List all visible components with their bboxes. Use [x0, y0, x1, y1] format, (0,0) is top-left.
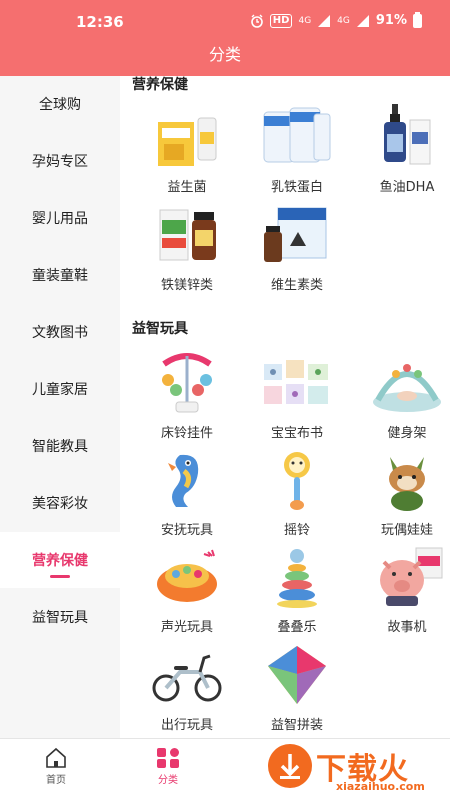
- category-item[interactable]: 声光玩具: [132, 544, 242, 638]
- category-item-label: 益生菌: [167, 180, 207, 195]
- category-item[interactable]: 维生素类: [242, 202, 352, 296]
- sidebar-item-beauty[interactable]: 美容彩妆: [0, 475, 120, 531]
- tab-category[interactable]: 分类: [138, 743, 198, 789]
- sidebar-item-maternity[interactable]: 孕妈专区: [0, 133, 120, 189]
- category-item-label: 床铃挂件: [160, 426, 213, 441]
- light-sound-toy-icon: [157, 549, 217, 602]
- probiotic-box-icon: [158, 117, 217, 166]
- category-item-label: 故事机: [387, 620, 427, 635]
- active-indicator: [50, 575, 70, 578]
- cloth-books-icon: [264, 360, 328, 404]
- category-icon: [157, 748, 179, 768]
- sidebar-item-smart-teaching[interactable]: 智能教具: [0, 418, 120, 474]
- category-item[interactable]: 出行玩具: [132, 642, 242, 736]
- sidebar-item-edu-toys[interactable]: 益智玩具: [0, 589, 120, 645]
- category-item-label: 安抚玩具: [160, 523, 213, 538]
- category-item[interactable]: 玩偶娃娃: [352, 447, 450, 541]
- category-item-label: 维生素类: [270, 278, 323, 293]
- sidebar-item-baby-supplies[interactable]: 婴儿用品: [0, 190, 120, 246]
- rattle-icon: [284, 452, 310, 510]
- category-item-label: 鱼油DHA: [379, 180, 435, 195]
- category-item-label: 叠叠乐: [277, 620, 317, 635]
- sidebar-item-books[interactable]: 文教图书: [0, 304, 120, 360]
- category-item[interactable]: 安抚玩具: [132, 447, 242, 541]
- alarm-icon: [250, 14, 263, 28]
- sidebar-item-label: 孕妈专区: [32, 154, 88, 170]
- sidebar-item-kids-home[interactable]: 儿童家居: [0, 361, 120, 417]
- sidebar-item-kids-clothing[interactable]: 童装童鞋: [0, 247, 120, 303]
- play-gym-icon: [373, 364, 441, 412]
- tab-label: 分类: [158, 775, 178, 786]
- category-item[interactable]: 宝宝布书: [242, 350, 352, 444]
- category-item-label: 声光玩具: [160, 620, 213, 635]
- battery-icon: [413, 11, 422, 28]
- category-item[interactable]: 故事机: [352, 544, 450, 638]
- network-label-1: 4G: [298, 15, 312, 26]
- status-time: 12:36: [76, 13, 124, 31]
- category-item[interactable]: 铁镁锌类: [132, 202, 242, 296]
- section-title: 益智玩具: [132, 321, 188, 337]
- stacking-rings-icon: [277, 549, 317, 608]
- status-bar: 12:36 HD 4G 4G 91%: [0, 0, 450, 44]
- sidebar-item-label: 益智玩具: [32, 610, 88, 626]
- category-item[interactable]: 益智拼装: [242, 642, 352, 736]
- page-title: 分类: [208, 45, 241, 64]
- sidebar-item-label: 儿童家居: [32, 382, 88, 398]
- category-item[interactable]: 乳铁蛋白: [242, 104, 352, 198]
- category-item[interactable]: 叠叠乐: [242, 544, 352, 638]
- category-content: 营养保健 益生菌 乳铁蛋白 鱼油DHA 铁镁锌类 维生素类 益智玩具 床铃挂件 …: [120, 76, 450, 738]
- sidebar-item-label: 营养保健: [32, 553, 88, 569]
- watermark-url: xiazaihuo.com: [336, 780, 425, 793]
- status-icons: HD 4G 4G 91%: [250, 11, 422, 28]
- signal-icon: [318, 14, 331, 27]
- download-icon: [268, 744, 312, 788]
- sidebar-item-label: 童装童鞋: [32, 268, 88, 284]
- sidebar-item-nutrition[interactable]: 营养保健: [0, 532, 120, 588]
- category-sidebar: 全球购 孕妈专区 婴儿用品 童装童鞋 文教图书 儿童家居 智能教具 美容彩妆 营…: [0, 76, 120, 738]
- balance-bike-icon: [152, 654, 222, 702]
- category-item-label: 宝宝布书: [270, 426, 323, 441]
- category-item[interactable]: 床铃挂件: [132, 350, 242, 444]
- category-item-label: 玩偶娃娃: [380, 523, 433, 538]
- category-item[interactable]: 健身架: [352, 350, 450, 444]
- supplement-bottle-icon: [159, 209, 216, 261]
- home-icon: [46, 747, 66, 768]
- sidebar-item-label: 婴儿用品: [32, 211, 88, 227]
- sidebar-item-label: 智能教具: [32, 439, 88, 455]
- category-item-label: 益智拼装: [270, 718, 323, 733]
- page-title-bar: 分类: [0, 44, 450, 76]
- crib-mobile-icon: [162, 353, 212, 413]
- signal-icon: [356, 14, 369, 27]
- hd-badge: HD: [269, 13, 293, 28]
- plush-doll-icon: [389, 457, 425, 511]
- spinning-top-icon: [268, 646, 326, 704]
- sidebar-item-label: 美容彩妆: [32, 496, 88, 512]
- category-item[interactable]: 益生菌: [132, 104, 242, 198]
- dropper-bottle-icon: [384, 104, 431, 165]
- tab-label: 首页: [46, 775, 66, 786]
- milk-powder-cans-icon: [263, 107, 331, 163]
- watermark-logo: 下载火 xiazaihuo.com: [264, 738, 450, 800]
- sidebar-item-label: 全球购: [39, 97, 81, 113]
- battery-percent: 91%: [375, 13, 407, 28]
- category-item-label: 摇铃: [283, 523, 310, 538]
- sidebar-item-global[interactable]: 全球购: [0, 76, 120, 132]
- network-label-2: 4G: [337, 15, 350, 26]
- seahorse-toy-icon: [168, 454, 199, 507]
- section-title: 营养保健: [132, 77, 188, 93]
- category-item[interactable]: 摇铃: [242, 447, 352, 541]
- category-item[interactable]: 鱼油DHA: [352, 104, 450, 198]
- category-item-label: 健身架: [387, 426, 427, 441]
- sidebar-item-label: 文教图书: [32, 325, 88, 341]
- pig-story-machine-icon: [380, 547, 443, 606]
- tab-home[interactable]: 首页: [26, 743, 86, 789]
- category-item-label: 出行玩具: [160, 718, 213, 733]
- vitamin-box-icon: [264, 207, 327, 262]
- category-item-label: 乳铁蛋白: [270, 180, 323, 195]
- category-item-label: 铁镁锌类: [160, 278, 213, 293]
